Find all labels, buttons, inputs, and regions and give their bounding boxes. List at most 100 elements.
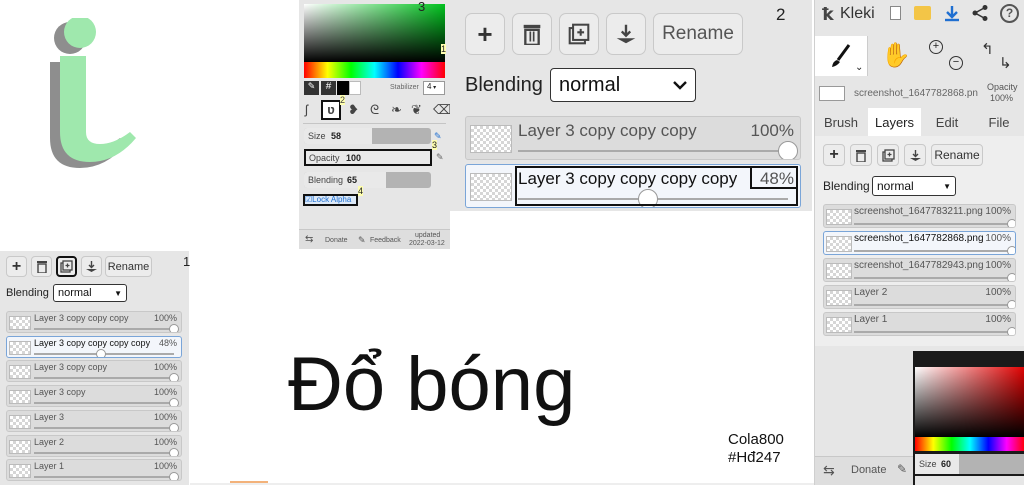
layer-opacity-slider[interactable] xyxy=(854,304,1012,306)
feedback-icon[interactable]: ✎ xyxy=(897,462,907,476)
blending-select[interactable]: normal xyxy=(550,68,696,102)
lock-alpha-toggle[interactable]: ☑Lock Alpha xyxy=(303,194,358,206)
download-icon[interactable] xyxy=(943,4,961,22)
pen-brush-icon[interactable]: ʃ xyxy=(305,102,308,117)
layer-opacity-slider[interactable] xyxy=(854,277,1012,279)
trash-icon xyxy=(523,24,541,45)
duplicate-layer-button[interactable] xyxy=(56,256,77,277)
smudge-brush-icon[interactable]: ❦ xyxy=(411,102,422,118)
add-layer-button[interactable]: + xyxy=(465,13,505,55)
eyedropper-button[interactable]: ✎ xyxy=(304,81,319,95)
layer-row[interactable]: Layer 2 100% xyxy=(823,285,1016,309)
layer-opacity-knob[interactable] xyxy=(169,324,179,332)
layer-opacity-slider[interactable] xyxy=(34,451,174,454)
duplicate-layer-button[interactable] xyxy=(559,13,599,55)
delete-layer-button[interactable] xyxy=(850,144,872,166)
swap-icon[interactable]: ⇆ xyxy=(823,462,835,479)
layer-opacity-knob[interactable] xyxy=(1007,327,1015,335)
eraser-icon[interactable]: ⌫ xyxy=(433,102,451,118)
layer-opacity-slider[interactable] xyxy=(34,426,174,429)
layer-opacity-knob[interactable] xyxy=(169,398,179,407)
layer-row[interactable]: Layer 1 100% xyxy=(6,459,182,482)
merge-down-button[interactable] xyxy=(81,256,102,277)
layer-opacity-knob[interactable] xyxy=(169,472,179,481)
stabilizer-select[interactable]: 4 ▾ xyxy=(423,81,445,95)
delete-layer-button[interactable] xyxy=(512,13,552,55)
layer-row[interactable]: Layer 3 copy copy copy 100% xyxy=(465,116,801,160)
layer-opacity-knob[interactable] xyxy=(1007,300,1015,308)
layer-row[interactable]: Layer 3 copy copy 100% xyxy=(6,360,182,383)
tab-layers[interactable]: Layers xyxy=(868,108,921,136)
delete-layer-button[interactable] xyxy=(31,256,52,277)
open-folder-icon[interactable] xyxy=(914,6,931,20)
zoom-in-icon[interactable]: + xyxy=(929,40,943,54)
add-layer-button[interactable]: + xyxy=(823,144,845,166)
layer-opacity-slider[interactable] xyxy=(34,377,174,380)
footer-donate[interactable]: Donate xyxy=(851,464,886,476)
layer-opacity-knob[interactable] xyxy=(1007,219,1015,227)
layer-row[interactable]: Layer 2 100% xyxy=(6,434,182,457)
hue-slider[interactable] xyxy=(304,62,445,78)
undo-icon[interactable]: ↰ xyxy=(981,40,994,58)
color-swatch-black[interactable] xyxy=(337,81,349,95)
layer-row[interactable]: screenshot_1647782868.png 100% xyxy=(823,231,1016,255)
layer-opacity-knob[interactable] xyxy=(778,141,798,159)
merge-down-button[interactable] xyxy=(606,13,646,55)
layer-opacity-knob[interactable] xyxy=(1007,246,1015,254)
layer-row[interactable]: Layer 3 copy copy copy 100% xyxy=(6,311,182,333)
share-icon[interactable] xyxy=(971,4,989,22)
layer-opacity-slider[interactable] xyxy=(518,150,788,152)
layer-opacity-slider[interactable] xyxy=(34,402,174,405)
hex-button[interactable]: # xyxy=(321,81,336,95)
layer-opacity-knob[interactable] xyxy=(169,373,179,382)
blending-select[interactable]: normal ▼ xyxy=(53,284,127,302)
tab-brush[interactable]: Brush xyxy=(815,108,867,136)
layer-opacity-slider[interactable] xyxy=(34,328,174,330)
layer-opacity-slider[interactable] xyxy=(854,223,1012,225)
brush-tool-button[interactable]: ⌄ xyxy=(815,36,868,76)
opacity-pressure-icon[interactable]: ✎ xyxy=(436,152,444,163)
merge-down-button[interactable] xyxy=(904,144,926,166)
layer-opacity-slider[interactable] xyxy=(34,476,174,479)
blending-slider[interactable]: Blending 65 xyxy=(304,172,431,188)
chemy-brush-icon[interactable]: ❧ xyxy=(391,102,402,118)
add-layer-button[interactable]: + xyxy=(6,256,27,277)
layer-opacity-knob[interactable] xyxy=(169,447,179,456)
swap-icon[interactable]: ⇆ xyxy=(305,234,313,245)
layer-row[interactable]: Layer 1 100% xyxy=(823,312,1016,336)
size-slider[interactable]: Size 60 xyxy=(915,454,1024,474)
hand-tool-button[interactable]: ✋ xyxy=(868,36,921,76)
color-swatch-white[interactable] xyxy=(349,81,361,95)
layer-opacity-knob[interactable] xyxy=(96,348,107,357)
duplicate-layer-button[interactable] xyxy=(877,144,899,166)
help-icon[interactable]: ? xyxy=(1000,4,1019,23)
rename-button[interactable]: Rename xyxy=(105,256,152,277)
tab-file[interactable]: File xyxy=(973,108,1024,136)
layer-row[interactable]: Layer 3 copy copy copy copy 48% xyxy=(6,335,182,358)
rename-button[interactable]: Rename xyxy=(931,144,983,166)
layer-row[interactable]: Layer 3 copy 100% xyxy=(6,385,182,408)
blending-select[interactable]: normal ▼ xyxy=(872,176,956,196)
rename-button[interactable]: Rename xyxy=(653,13,743,55)
color-picker-gradient[interactable] xyxy=(915,367,1024,437)
blend-brush-icon[interactable]: ʋ xyxy=(321,100,341,120)
sketchy-brush-icon[interactable]: ❥ xyxy=(348,102,359,118)
footer-feedback[interactable]: Feedback xyxy=(370,237,401,244)
layer-opacity-slider[interactable] xyxy=(854,250,1012,252)
hue-slider[interactable] xyxy=(915,437,1024,451)
layer-row[interactable]: Layer 3 100% xyxy=(6,409,182,432)
size-slider[interactable]: Size 58 xyxy=(304,128,431,144)
footer-donate[interactable]: Donate xyxy=(325,237,348,244)
layer-row[interactable]: screenshot_1647782943.png 100% xyxy=(823,258,1016,282)
layer-opacity-slider[interactable] xyxy=(854,331,1012,333)
zoom-out-icon[interactable]: − xyxy=(949,56,963,70)
layer-opacity-knob[interactable] xyxy=(1007,273,1015,281)
opacity-slider[interactable]: Opacity 100 xyxy=(304,149,432,166)
new-image-icon[interactable] xyxy=(890,6,901,20)
pixel-brush-icon[interactable]: ᘓ xyxy=(370,102,379,118)
redo-icon[interactable]: ↳ xyxy=(999,54,1012,72)
layer-name: Layer 2 xyxy=(854,287,888,298)
layer-opacity-knob[interactable] xyxy=(169,422,179,431)
layer-row[interactable]: screenshot_1647783211.png 100% xyxy=(823,204,1016,228)
tab-edit[interactable]: Edit xyxy=(921,108,973,136)
